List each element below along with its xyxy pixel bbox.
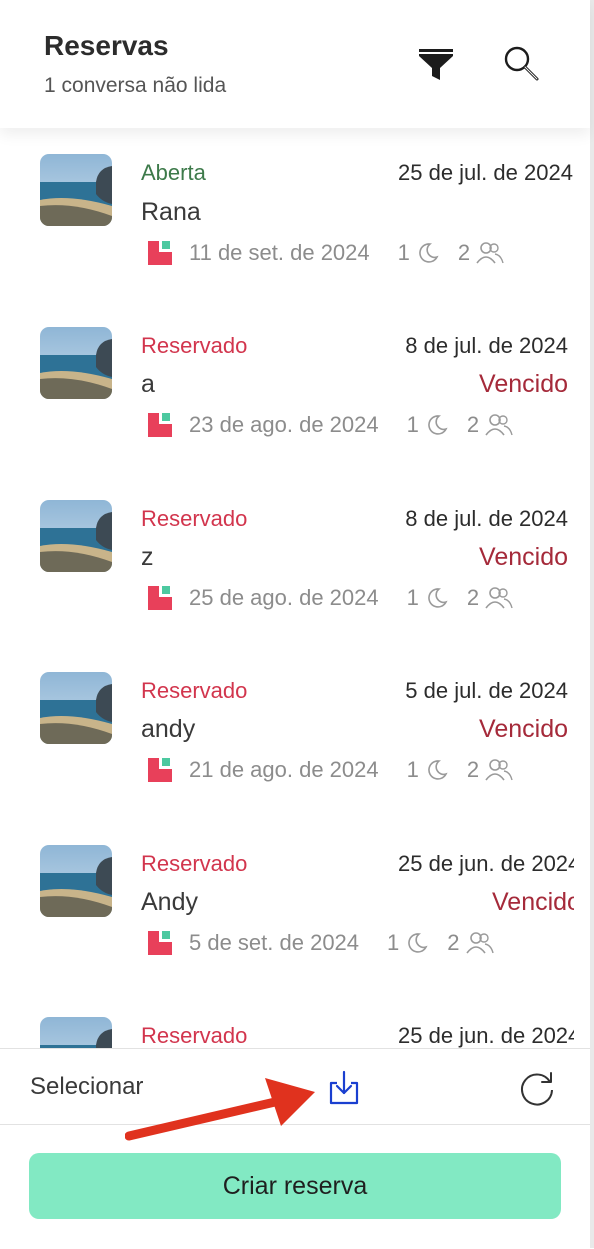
- reservation-date: 8 de jul. de 2024: [405, 333, 568, 358]
- checkin-date: 11 de set. de 2024: [189, 240, 370, 265]
- guest-name: Andy: [141, 888, 198, 916]
- guest-name: z: [141, 543, 154, 571]
- platform-logo-icon: [148, 413, 172, 437]
- guest-name: Rana: [141, 198, 201, 226]
- moon-icon: [428, 760, 448, 780]
- nights-value: 1: [406, 585, 419, 610]
- search-icon: [504, 46, 539, 81]
- unread-count: 1 conversa não lida: [44, 74, 227, 97]
- reservation-row[interactable]: Reservado 5 de jul. de 2024 andy Vencido…: [0, 645, 590, 817]
- refresh-icon: [521, 1072, 553, 1106]
- expired-label: Vencido: [479, 715, 568, 743]
- nights-count: 1: [407, 757, 449, 783]
- guests-count: 2: [467, 757, 513, 783]
- property-thumbnail: [40, 845, 112, 917]
- property-thumbnail: [40, 1017, 112, 1048]
- property-thumbnail: [40, 500, 112, 572]
- nights-count: 1: [407, 585, 449, 611]
- reservation-row[interactable]: Reservado 8 de jul. de 2024 z Vencido 25…: [0, 473, 590, 645]
- guests-count: 2: [458, 240, 504, 266]
- reservation-status: Aberta: [141, 160, 206, 185]
- expired-label: Vencido: [479, 543, 568, 571]
- guests-value: 2: [457, 240, 471, 265]
- reservation-status: Reservado: [141, 506, 248, 531]
- moon-icon: [419, 243, 439, 263]
- nights-value: 1: [397, 240, 410, 265]
- people-icon: [485, 759, 513, 781]
- nights-value: 1: [387, 930, 400, 955]
- expired-label: Vencido: [479, 370, 568, 398]
- guests-value: 2: [466, 585, 480, 610]
- reservation-meta: 21 de ago. de 2024 1 2: [141, 757, 513, 783]
- guests-value: 2: [466, 412, 480, 437]
- guests-value: 2: [447, 930, 460, 955]
- annotation-arrow-icon: [125, 1078, 315, 1141]
- moon-icon: [408, 933, 428, 953]
- people-icon: [465, 932, 494, 954]
- reservation-row[interactable]: Reservado 25 de jun. de 2024 Andy Vencid…: [0, 818, 590, 990]
- platform-logo-icon: [148, 931, 172, 955]
- download-icon: [329, 1070, 359, 1105]
- checkin-date: 5 de set. de 2024: [189, 930, 360, 955]
- guests-value: 2: [466, 757, 480, 782]
- page-title: Reservas: [44, 30, 169, 61]
- reservation-meta: 25 de ago. de 2024 1 2: [141, 585, 513, 611]
- people-icon: [485, 587, 513, 609]
- header: Reservas 1 conversa não lida: [0, 0, 590, 128]
- guest-name: a: [141, 370, 155, 398]
- expired-label: Vencido: [492, 888, 574, 916]
- reservation-status: Reservado: [141, 851, 248, 876]
- filter-button[interactable]: [414, 42, 458, 86]
- scroll-edge: [590, 0, 594, 1248]
- reservation-meta: 11 de set. de 2024 1 2: [141, 240, 504, 266]
- search-button[interactable]: [500, 42, 544, 86]
- create-reservation-button[interactable]: Criar reserva: [29, 1153, 561, 1219]
- nights-value: 1: [406, 757, 419, 782]
- reservation-row[interactable]: Aberta 25 de jul. de 2024 Rana 11 de set…: [0, 128, 590, 300]
- moon-icon: [428, 415, 448, 435]
- guests-count: 2: [467, 412, 513, 438]
- checkin-date: 21 de ago. de 2024: [189, 757, 379, 782]
- reservation-date: 5 de jul. de 2024: [405, 678, 568, 703]
- reservation-status: Reservado: [141, 333, 248, 358]
- reservation-meta: 5 de set. de 2024 1 2: [141, 930, 494, 956]
- property-thumbnail: [40, 154, 112, 226]
- filter-icon: [419, 49, 453, 80]
- reservation-meta: 23 de ago. de 2024 1 2: [141, 412, 513, 438]
- nights-count: 1: [407, 412, 449, 438]
- guest-name: andy: [141, 715, 196, 743]
- platform-logo-icon: [148, 586, 172, 610]
- reservation-date: 25 de jul. de 2024: [398, 160, 573, 185]
- reservation-row[interactable]: Reservado 25 de jun. de 2024: [0, 990, 590, 1048]
- reservation-list[interactable]: Aberta 25 de jul. de 2024 Rana 11 de set…: [0, 128, 590, 1048]
- platform-logo-icon: [148, 241, 172, 265]
- checkin-date: 23 de ago. de 2024: [189, 412, 379, 437]
- reservation-date: 25 de jun. de 2024: [398, 851, 574, 876]
- checkin-date: 25 de ago. de 2024: [189, 585, 379, 610]
- guests-count: 2: [467, 585, 513, 611]
- people-icon: [476, 242, 504, 264]
- property-thumbnail: [40, 672, 112, 744]
- guests-count: 2: [447, 930, 494, 956]
- reservation-date: 8 de jul. de 2024: [405, 506, 568, 531]
- refresh-button[interactable]: [516, 1067, 558, 1109]
- download-button[interactable]: [323, 1067, 365, 1109]
- platform-logo-icon: [148, 758, 172, 782]
- nights-count: 1: [387, 930, 429, 956]
- property-thumbnail: [40, 327, 112, 399]
- reservation-status: Reservado: [141, 1023, 248, 1048]
- nights-count: 1: [398, 240, 440, 266]
- reservation-date: 25 de jun. de 2024: [398, 1023, 574, 1048]
- nights-value: 1: [406, 412, 419, 437]
- people-icon: [485, 414, 513, 436]
- reservation-status: Reservado: [141, 678, 248, 703]
- reservation-row[interactable]: Reservado 8 de jul. de 2024 a Vencido 23…: [0, 300, 590, 472]
- moon-icon: [428, 588, 448, 608]
